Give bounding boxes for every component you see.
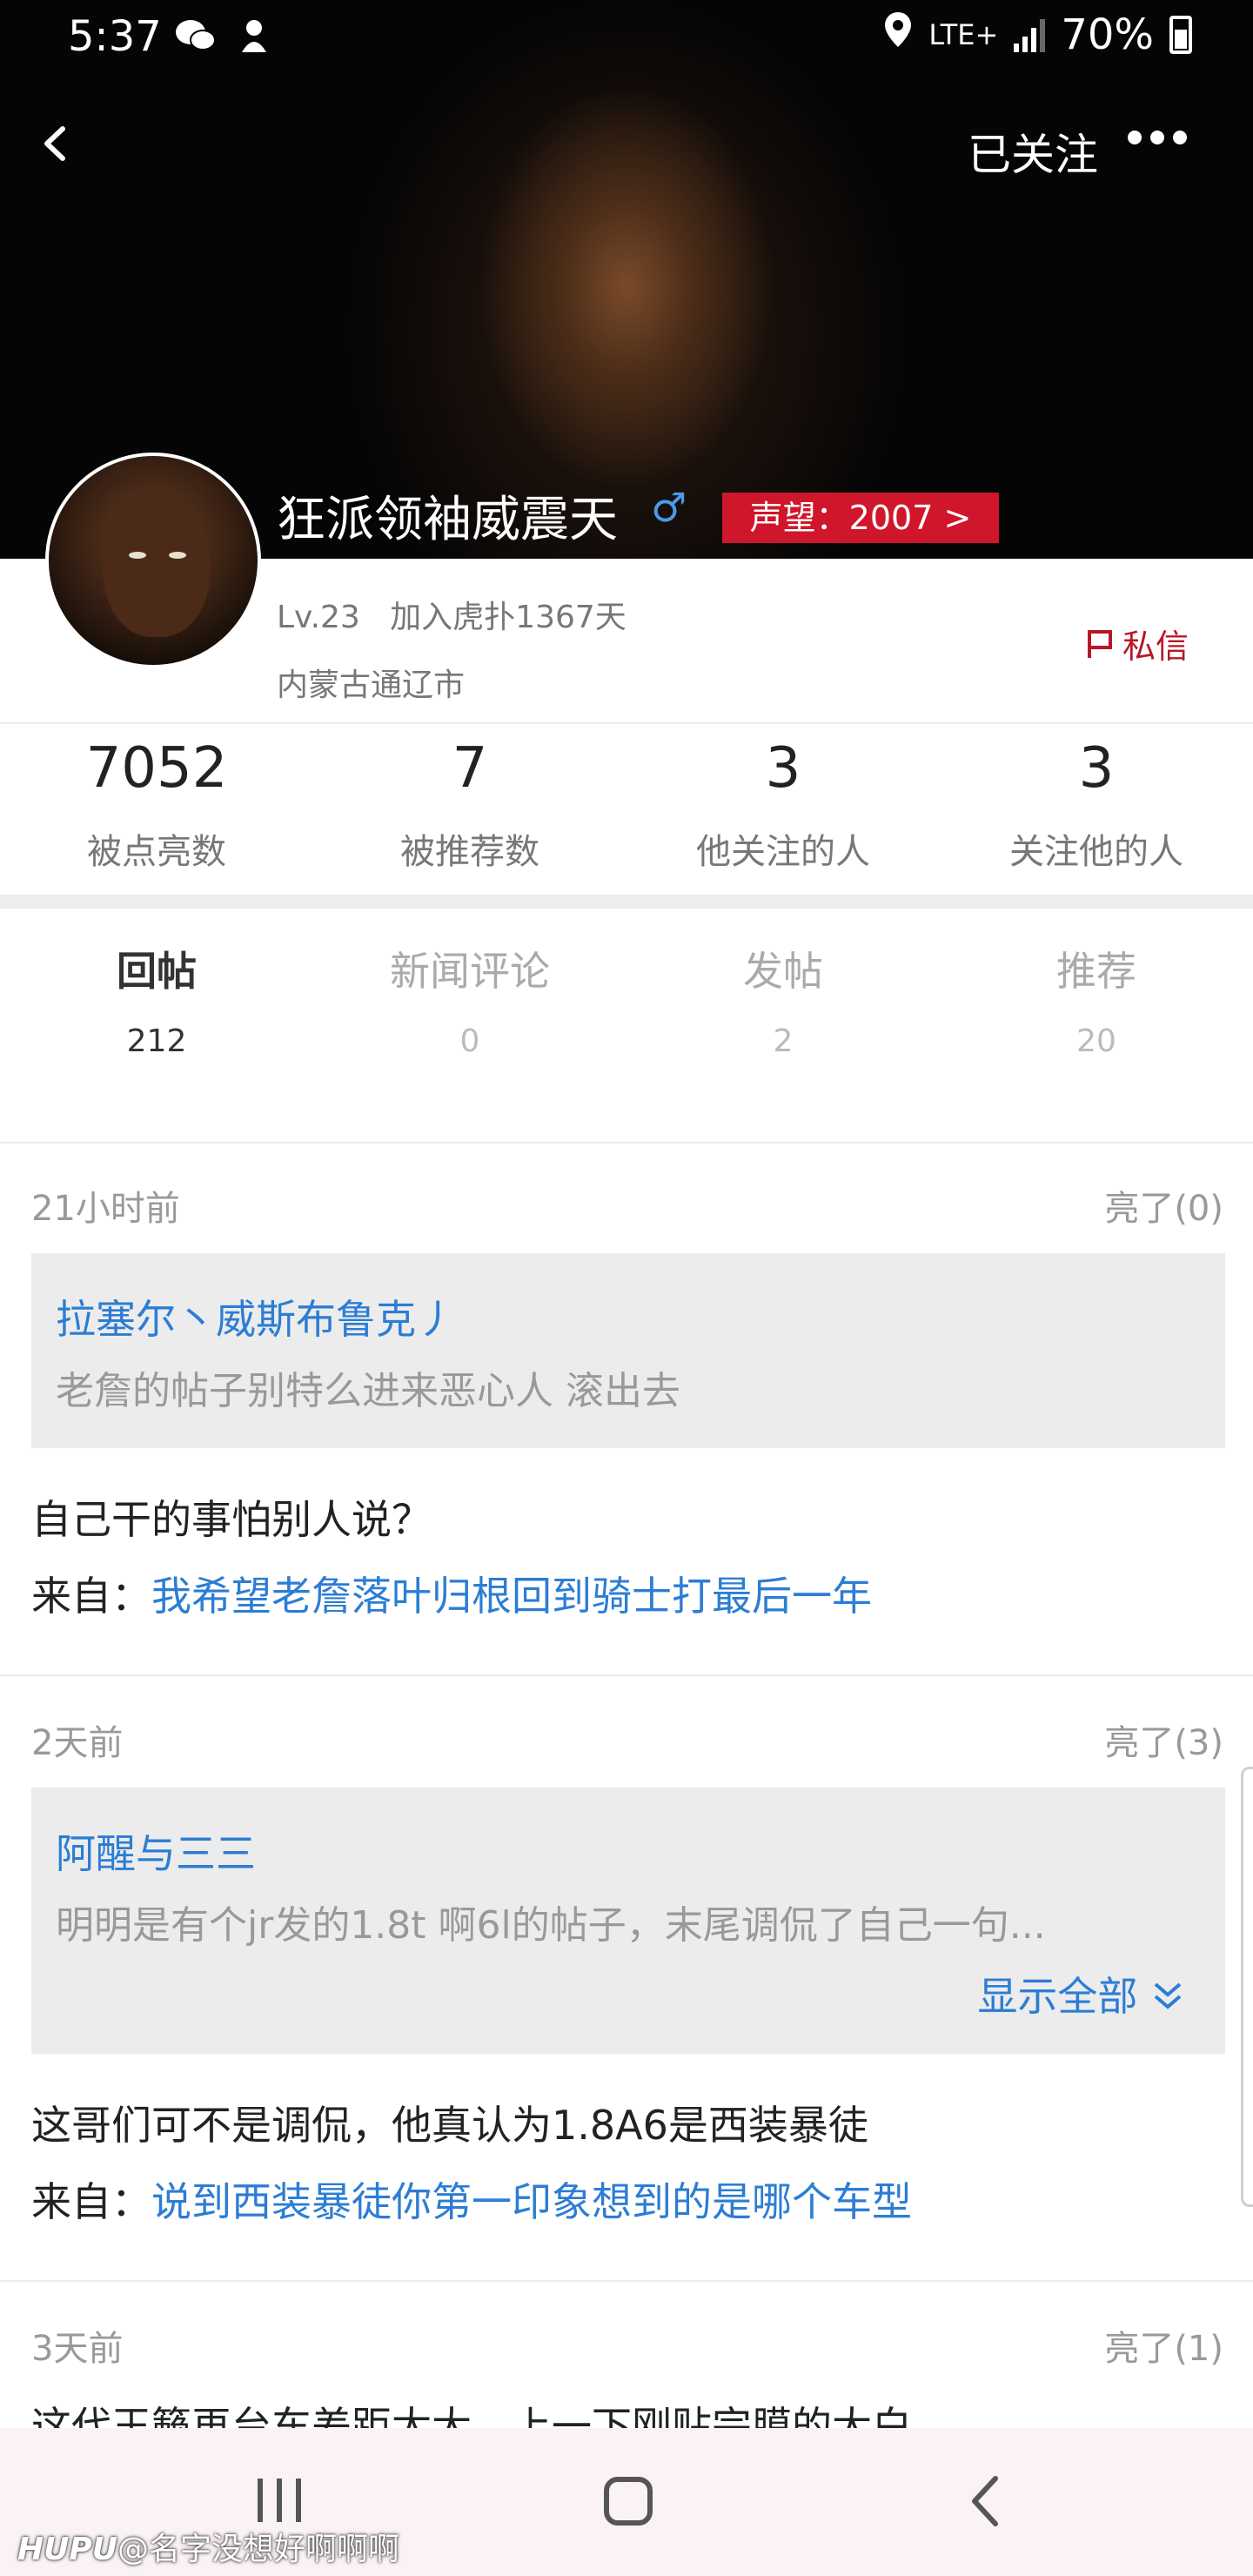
- user-name: 狂派领袖威震天: [277, 492, 618, 548]
- stat-value: 3: [765, 736, 801, 801]
- show-all-label: 显示全部: [977, 1973, 1138, 2020]
- chevron-left-icon: [44, 126, 65, 161]
- tab-count: 0: [459, 1023, 480, 1059]
- status-bar: 5:37 LTE+ 70%: [0, 0, 1253, 73]
- stat-label: 他关注的人: [696, 832, 870, 872]
- avatar-eye: [169, 552, 186, 559]
- tab-count: 212: [126, 1023, 187, 1059]
- watermark: HUPU@名字没想好啊啊啊: [17, 2524, 399, 2569]
- home-button[interactable]: [604, 2477, 653, 2526]
- post-time: 2天前: [31, 1723, 124, 1763]
- source-thread-link[interactable]: 我希望老詹落叶归根回到骑士打最后一年: [151, 1573, 872, 1620]
- recent-apps-button[interactable]: [258, 2479, 301, 2522]
- post-time: 21小时前: [31, 1189, 180, 1229]
- tab-count: 2: [773, 1023, 794, 1059]
- divider: [0, 2280, 1253, 2282]
- back-button[interactable]: [35, 122, 78, 165]
- stat-value: 7052: [85, 736, 228, 801]
- private-message-button[interactable]: 私信: [1086, 620, 1189, 667]
- tab-replies[interactable]: 回帖 212: [0, 940, 313, 1070]
- dot-icon: [1128, 131, 1142, 144]
- tab-label: 发帖: [743, 948, 823, 995]
- tab-news-comments[interactable]: 新闻评论 0: [313, 940, 626, 1070]
- divider: [0, 722, 1253, 724]
- battery-icon: [1169, 16, 1192, 54]
- tab-count: 20: [1076, 1023, 1116, 1059]
- source-label: 来自：: [31, 1573, 151, 1620]
- stat-label: 被点亮数: [87, 832, 226, 872]
- quoted-reply[interactable]: 阿醒与三三 明明是有个jr发的1.8t 啊6l的帖子，末尾调侃了自己一句... …: [31, 1788, 1225, 2054]
- stat-following[interactable]: 3 他关注的人: [626, 728, 940, 893]
- stat-value: 7: [452, 736, 488, 801]
- chevron-left-icon: [972, 2476, 998, 2526]
- stat-label: 关注他的人: [1009, 832, 1183, 872]
- avatar-face: [103, 489, 211, 637]
- tab-label: 回帖: [117, 948, 197, 995]
- dot-icon: [1173, 131, 1187, 144]
- avatar-eye: [129, 552, 146, 559]
- quote-text: 明明是有个jr发的1.8t 啊6l的帖子，末尾调侃了自己一句...: [56, 1903, 1046, 1948]
- watermark-brand: HUPU: [17, 2532, 117, 2567]
- source-line: 来自：说到西装暴徒你第一印象想到的是哪个车型: [31, 2170, 912, 2228]
- quoted-reply[interactable]: 拉塞尔丶威斯布鲁克丿 老詹的帖子别特么进来恶心人 滚出去: [31, 1253, 1225, 1448]
- stat-likes[interactable]: 7052 被点亮数: [0, 728, 313, 893]
- show-all-button[interactable]: 显示全部: [977, 1965, 1185, 2023]
- user-level: Lv.23: [277, 600, 360, 635]
- stat-value: 3: [1078, 736, 1115, 801]
- quote-author[interactable]: 阿醒与三三: [56, 1822, 256, 1880]
- status-time: 5:37: [68, 12, 162, 61]
- network-type: LTE+: [928, 18, 999, 51]
- tab-label: 新闻评论: [390, 948, 550, 995]
- divider: [0, 1142, 1253, 1144]
- reply-text[interactable]: 自己干的事怕别人说？: [31, 1488, 432, 1546]
- watermark-text: @名字没想好啊啊啊: [117, 2532, 399, 2567]
- dot-icon: [1150, 131, 1164, 144]
- bar-icon: [277, 2479, 282, 2522]
- divider: [0, 1674, 1253, 1676]
- post-likes[interactable]: 亮了(3): [1104, 1714, 1223, 1765]
- stat-label: 被推荐数: [400, 832, 539, 872]
- location-icon: [883, 10, 913, 59]
- section-divider: [0, 895, 1253, 909]
- bar-icon: [258, 2479, 263, 2522]
- post-likes[interactable]: 亮了(1): [1104, 2320, 1223, 2371]
- scrollbar-handle[interactable]: [1241, 1767, 1253, 2207]
- stat-followers[interactable]: 3 关注他的人: [940, 728, 1253, 893]
- followed-button[interactable]: 已关注: [968, 120, 1098, 183]
- app-notification-icon: [237, 17, 271, 64]
- status-system-icons: LTE+ 70%: [883, 10, 1192, 59]
- content-tabs: 回帖 212 新闻评论 0 发帖 2 推荐 20: [0, 940, 1253, 1070]
- join-days: 加入虎扑1367天: [390, 600, 626, 635]
- status-notification-icons: [174, 17, 271, 64]
- source-thread-link[interactable]: 说到西装暴徒你第一印象想到的是哪个车型: [151, 2178, 912, 2225]
- tab-posts[interactable]: 发帖 2: [626, 940, 940, 1070]
- tab-recommend[interactable]: 推荐 20: [940, 940, 1253, 1070]
- signal-icon: [1014, 17, 1046, 52]
- tab-label: 推荐: [1056, 948, 1136, 995]
- reply-text[interactable]: 这代王籁再台车差距太大，上一下刚贴完膜的大白: [31, 2395, 912, 2430]
- quote-author[interactable]: 拉塞尔丶威斯布鲁克丿: [56, 1288, 456, 1345]
- battery-percent: 70%: [1061, 10, 1154, 59]
- wechat-icon: [174, 17, 218, 64]
- source-label: 来自：: [31, 2178, 151, 2225]
- stats-row: 7052 被点亮数 7 被推荐数 3 他关注的人 3 关注他的人: [0, 728, 1253, 893]
- reply-text[interactable]: 这哥们可不是调侃，他真认为1.8A6是西装暴徒: [31, 2094, 868, 2151]
- system-back-button[interactable]: [962, 2473, 1015, 2529]
- flag-icon: [1088, 629, 1112, 658]
- post-likes[interactable]: 亮了(0): [1104, 1180, 1223, 1231]
- quote-text: 老詹的帖子别特么进来恶心人 滚出去: [56, 1369, 680, 1413]
- avatar[interactable]: [45, 453, 261, 668]
- bar-icon: [296, 2479, 301, 2522]
- reputation-badge[interactable]: 声望：2007 >: [722, 493, 999, 543]
- post-time: 3天前: [31, 2329, 124, 2369]
- private-message-label: 私信: [1122, 627, 1189, 666]
- user-location: 内蒙古通辽市: [277, 667, 466, 703]
- stat-recommended[interactable]: 7 被推荐数: [313, 728, 626, 893]
- level-info: Lv.23 加入虎扑1367天: [277, 592, 626, 637]
- source-line: 来自：我希望老詹落叶归根回到骑士打最后一年: [31, 1565, 872, 1622]
- male-gender-icon: ♂: [651, 484, 687, 531]
- more-options-button[interactable]: [1128, 131, 1187, 144]
- double-chevron-down-icon: [1154, 1982, 1182, 2009]
